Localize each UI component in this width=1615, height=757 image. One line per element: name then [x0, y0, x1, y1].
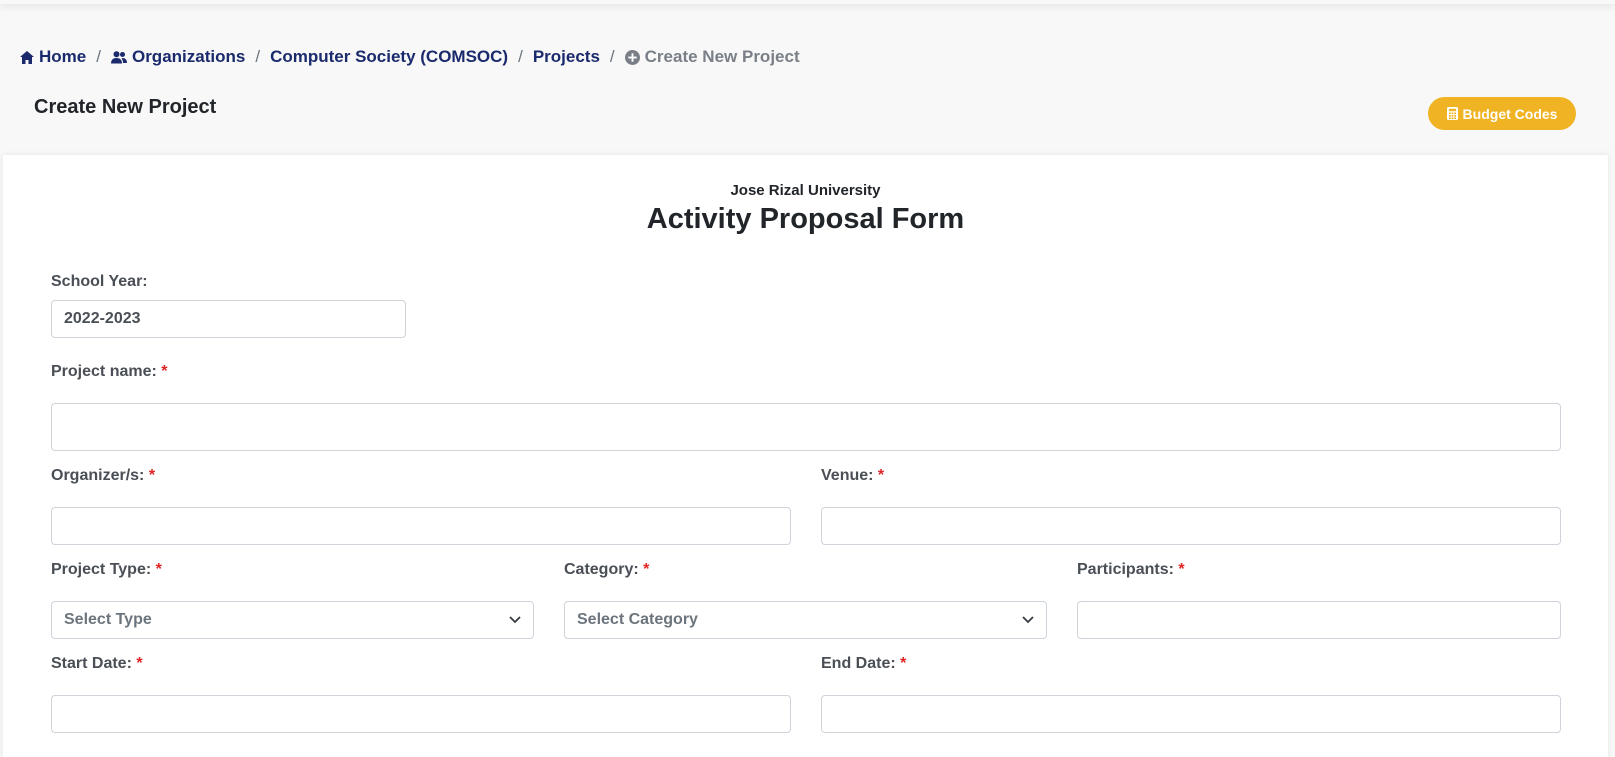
- breadcrumb-separator: /: [255, 47, 261, 66]
- end-date-input[interactable]: [821, 695, 1561, 733]
- page-title: Create New Project: [34, 96, 217, 118]
- breadcrumb-organizations[interactable]: Organizations: [110, 47, 246, 67]
- organizers-label-text: Organizer/s:: [51, 467, 145, 484]
- breadcrumb-separator: /: [518, 47, 523, 66]
- budget-codes-button[interactable]: Budget Codes: [1428, 97, 1576, 130]
- project-type-selected: Select Type: [64, 611, 152, 628]
- activity-proposal-card: Jose Rizal University Activity Proposal …: [3, 155, 1608, 757]
- required-mark: *: [136, 655, 143, 672]
- breadcrumb-projects[interactable]: Projects: [533, 47, 600, 67]
- school-year-label: School Year:: [51, 273, 148, 291]
- required-mark: *: [877, 467, 885, 484]
- form-title: Activity Proposal Form: [646, 203, 965, 235]
- breadcrumb-home[interactable]: Home: [20, 47, 86, 67]
- required-mark: *: [1178, 561, 1185, 578]
- organizers-label: Organizer/s: *: [51, 467, 155, 485]
- breadcrumb-current: Create New Project: [624, 47, 800, 67]
- breadcrumb-home-label: Home: [39, 47, 87, 66]
- required-mark: *: [155, 561, 162, 578]
- start-date-label: Start Date: *: [51, 655, 143, 673]
- project-type-label-text: Project Type:: [51, 561, 152, 578]
- chevron-down-icon: [1022, 616, 1034, 624]
- breadcrumb-organization[interactable]: Computer Society (COMSOC): [270, 47, 508, 67]
- category-selected: Select Category: [577, 611, 698, 628]
- category-label-text: Category:: [564, 561, 639, 578]
- required-mark: *: [900, 655, 907, 672]
- project-name-input[interactable]: [51, 403, 1561, 451]
- project-type-label: Project Type: *: [51, 561, 162, 579]
- school-year-value: 2022-2023: [64, 310, 141, 327]
- project-name-label: Project name: *: [51, 363, 168, 381]
- end-date-label: End Date: *: [821, 655, 906, 673]
- start-date-input[interactable]: [51, 695, 791, 733]
- venue-label-text: Venue:: [821, 467, 874, 484]
- project-name-label-text: Project name:: [51, 363, 157, 380]
- users-icon: [110, 50, 127, 63]
- breadcrumb-organization-label: Computer Society (COMSOC): [270, 47, 509, 66]
- breadcrumb-current-label: Create New Project: [644, 47, 800, 66]
- top-navbar: [0, 0, 1615, 4]
- required-mark: *: [643, 561, 650, 578]
- breadcrumb-separator: /: [96, 47, 101, 66]
- participants-label: Participants: *: [1077, 561, 1185, 579]
- budget-codes-label: Budget Codes: [1462, 105, 1558, 122]
- breadcrumb-separator: /: [609, 47, 615, 66]
- calculator-icon: [1446, 107, 1458, 120]
- required-mark: *: [148, 467, 156, 484]
- school-year-label-text: School Year:: [51, 273, 148, 290]
- participants-input[interactable]: [1077, 601, 1561, 639]
- required-mark: *: [161, 363, 168, 380]
- participants-label-text: Participants:: [1077, 561, 1174, 578]
- category-label: Category: *: [564, 561, 649, 579]
- organizers-input[interactable]: [51, 507, 791, 545]
- university-name: Jose Rizal University: [730, 182, 881, 199]
- start-date-label-text: Start Date:: [51, 655, 132, 672]
- plus-circle-icon: [624, 49, 640, 65]
- venue-label: Venue: *: [821, 467, 884, 485]
- home-icon: [20, 50, 34, 64]
- breadcrumb-organizations-label: Organizations: [131, 47, 246, 66]
- breadcrumb: Home / Organizations / Computer Society …: [20, 47, 800, 67]
- school-year-field[interactable]: 2022-2023: [51, 300, 406, 338]
- end-date-label-text: End Date:: [821, 655, 896, 672]
- venue-input[interactable]: [821, 507, 1561, 545]
- chevron-down-icon: [509, 616, 521, 624]
- breadcrumb-projects-label: Projects: [532, 47, 600, 66]
- category-select[interactable]: Select Category: [564, 601, 1047, 639]
- project-type-select[interactable]: Select Type: [51, 601, 534, 639]
